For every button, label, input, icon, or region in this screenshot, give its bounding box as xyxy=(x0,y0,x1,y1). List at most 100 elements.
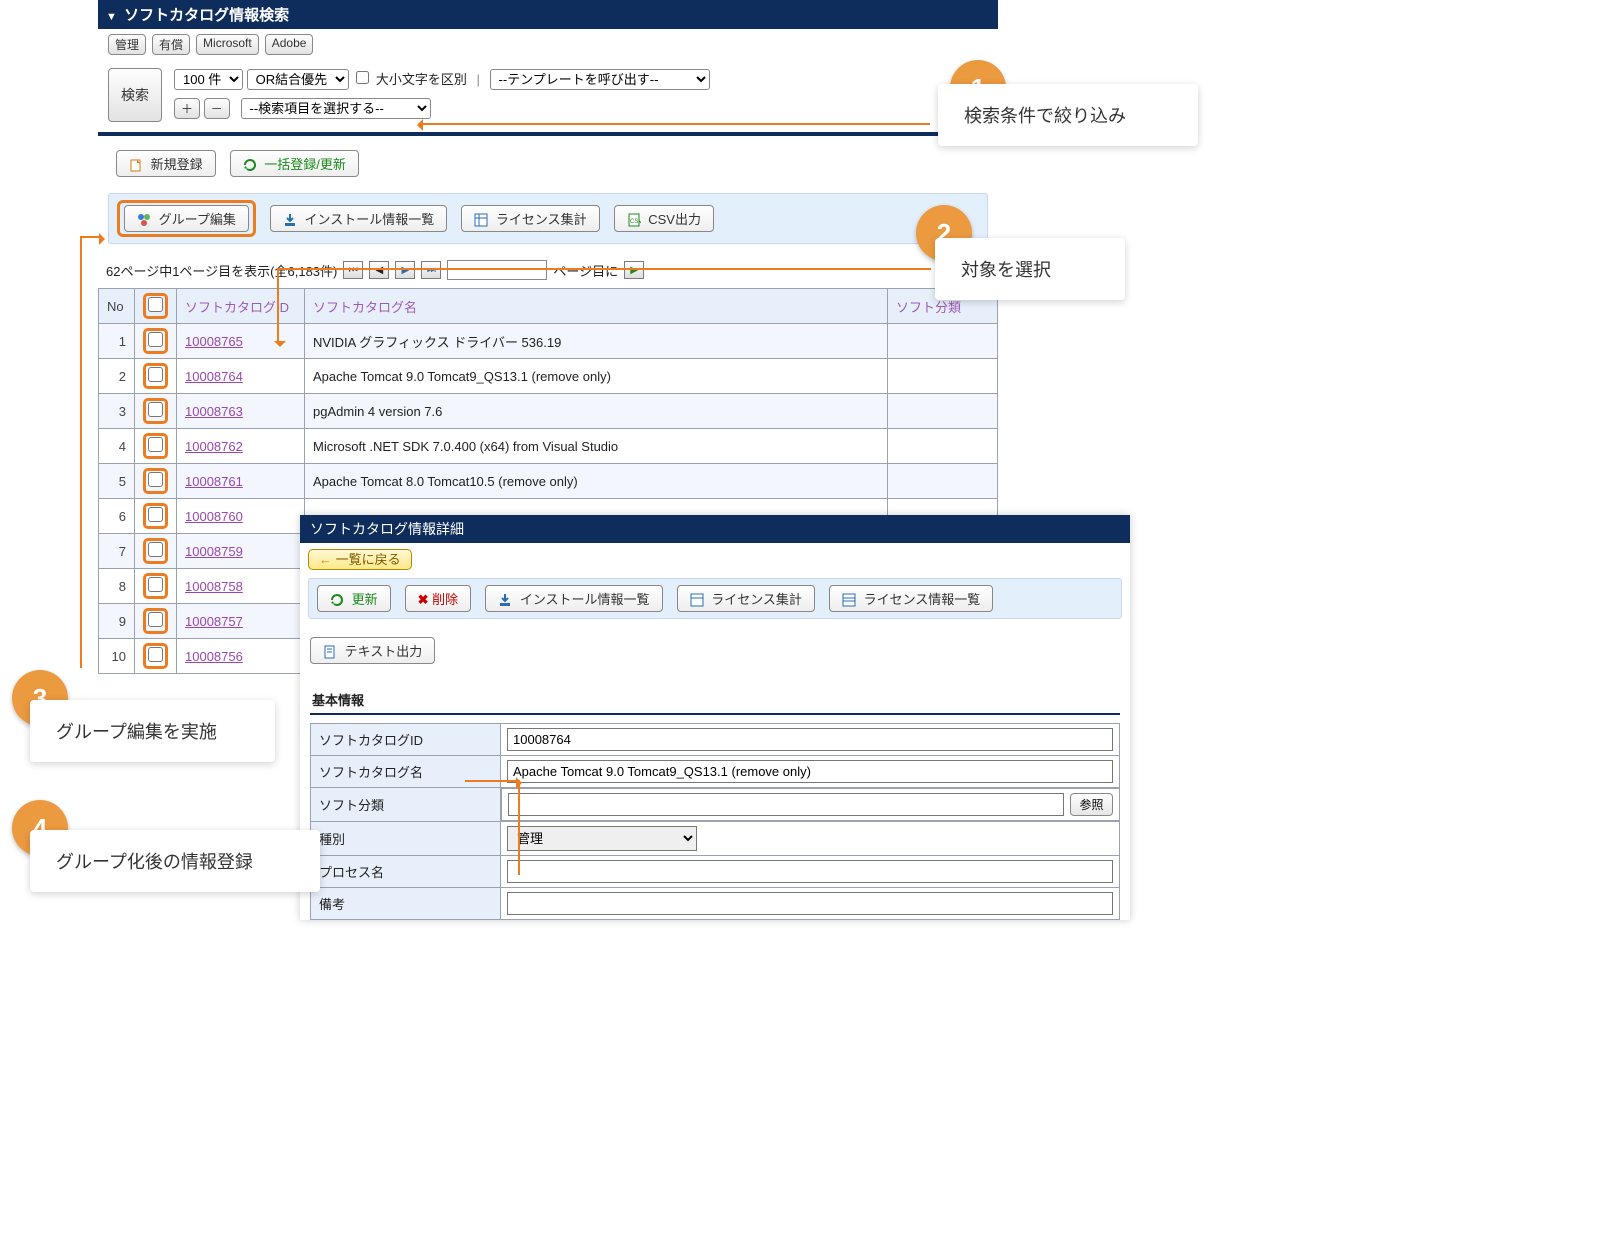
field-note-input[interactable] xyxy=(507,892,1113,915)
pager-goto-input[interactable] xyxy=(447,260,547,280)
bulk-register-button[interactable]: 一括登録/更新 xyxy=(230,150,359,177)
tag-paid[interactable]: 有償 xyxy=(152,34,190,55)
catalog-id-link[interactable]: 10008760 xyxy=(185,509,243,524)
row-checkbox[interactable] xyxy=(148,612,163,627)
cell-check xyxy=(135,639,177,674)
pager-summary: 62ページ中1ページ目を表示(全6,183件) xyxy=(106,261,337,280)
row-checkbox[interactable] xyxy=(148,647,163,662)
callout-1: 検索条件で絞り込み xyxy=(938,84,1198,146)
cell-no: 4 xyxy=(99,429,135,464)
logic-select[interactable]: OR結合優先 xyxy=(247,69,349,90)
install-list-button[interactable]: インストール情報一覧 xyxy=(270,205,447,232)
field-name-input[interactable] xyxy=(507,760,1113,783)
header-title: ソフトカタログ情報検索 xyxy=(124,7,289,24)
cell-no: 6 xyxy=(99,499,135,534)
row-checkbox[interactable] xyxy=(148,577,163,592)
field-name-label: ソフトカタログ名 xyxy=(311,756,501,788)
collapse-icon[interactable] xyxy=(106,7,120,24)
cell-check xyxy=(135,464,177,499)
add-row-button[interactable]: ＋ xyxy=(174,98,200,119)
page-header: ソフトカタログ情報検索 xyxy=(98,0,998,29)
template-select[interactable]: --テンプレートを呼び出す-- xyxy=(490,69,710,90)
col-name[interactable]: ソフトカタログ名 xyxy=(305,289,888,324)
field-proc-input[interactable] xyxy=(507,860,1113,883)
cell-cat xyxy=(888,394,998,429)
detail-install-list-button[interactable]: インストール情報一覧 xyxy=(485,585,662,612)
remove-row-button[interactable]: － xyxy=(204,98,230,119)
delete-button[interactable]: ✖ 削除 xyxy=(405,585,472,612)
tag-microsoft[interactable]: Microsoft xyxy=(196,34,259,55)
catalog-id-link[interactable]: 10008764 xyxy=(185,369,243,384)
per-page-select[interactable]: 100 件 xyxy=(174,69,243,90)
update-button[interactable]: 更新 xyxy=(317,585,391,612)
group-edit-highlight: グループ編集 xyxy=(117,200,256,237)
row-checkbox[interactable] xyxy=(148,507,163,522)
pager-go-icon[interactable]: ▶ xyxy=(624,261,644,279)
cell-cat xyxy=(888,429,998,464)
field-type-select[interactable]: 管理 xyxy=(507,826,697,851)
cell-no: 2 xyxy=(99,359,135,394)
new-button[interactable]: 新規登録 xyxy=(116,150,216,177)
field-cat-input[interactable] xyxy=(508,793,1064,816)
check-all[interactable] xyxy=(148,297,163,312)
cell-check xyxy=(135,569,177,604)
col-id[interactable]: ソフトカタログID xyxy=(177,289,305,324)
col-no[interactable]: No xyxy=(99,289,135,324)
pager-first-icon[interactable]: ⏮ xyxy=(343,261,363,279)
csv-output-button[interactable]: CSV CSV出力 xyxy=(614,205,714,232)
cell-no: 1 xyxy=(99,324,135,359)
field-note-label: 備考 xyxy=(311,888,501,920)
tag-kanri[interactable]: 管理 xyxy=(108,34,146,55)
divider: | xyxy=(477,72,480,87)
row-checkbox[interactable] xyxy=(148,367,163,382)
cell-id: 10008758 xyxy=(177,569,305,604)
cell-id: 10008763 xyxy=(177,394,305,429)
row-checkbox[interactable] xyxy=(148,472,163,487)
cell-name: pgAdmin 4 version 7.6 xyxy=(305,394,888,429)
case-sensitive-checkbox[interactable] xyxy=(356,71,369,84)
conn-2v xyxy=(277,268,279,344)
field-type-label: 種別 xyxy=(311,822,501,856)
back-button[interactable]: ← 一覧に戻る xyxy=(308,549,412,570)
row-checkbox[interactable] xyxy=(148,332,163,347)
cell-no: 8 xyxy=(99,569,135,604)
cell-name: Microsoft .NET SDK 7.0.400 (x64) from Vi… xyxy=(305,429,888,464)
catalog-id-link[interactable]: 10008756 xyxy=(185,649,243,664)
pager-last-icon[interactable]: ⏭ xyxy=(421,261,441,279)
cell-no: 9 xyxy=(99,604,135,639)
cell-id: 10008761 xyxy=(177,464,305,499)
text-output-button[interactable]: テキスト出力 xyxy=(310,637,435,664)
catalog-id-link[interactable]: 10008762 xyxy=(185,439,243,454)
cell-cat xyxy=(888,359,998,394)
cell-id: 10008757 xyxy=(177,604,305,639)
row-checkbox[interactable] xyxy=(148,437,163,452)
pager-next-icon[interactable]: ▶ xyxy=(395,261,415,279)
catalog-id-link[interactable]: 10008759 xyxy=(185,544,243,559)
row-checkbox[interactable] xyxy=(148,402,163,417)
catalog-id-link[interactable]: 10008765 xyxy=(185,334,243,349)
field-id-input[interactable] xyxy=(507,728,1113,751)
col-check xyxy=(135,289,177,324)
catalog-id-link[interactable]: 10008757 xyxy=(185,614,243,629)
detail-license-list-button[interactable]: ライセンス情報一覧 xyxy=(829,585,993,612)
cell-no: 3 xyxy=(99,394,135,429)
row-checkbox[interactable] xyxy=(148,542,163,557)
detail-license-agg-button[interactable]: ライセンス集計 xyxy=(677,585,815,612)
catalog-id-link[interactable]: 10008763 xyxy=(185,404,243,419)
callout-2: 対象を選択 xyxy=(935,238,1125,300)
field-select[interactable]: --検索項目を選択する-- xyxy=(241,98,431,119)
cell-id: 10008760 xyxy=(177,499,305,534)
field-id-label: ソフトカタログID xyxy=(311,724,501,756)
group-edit-button[interactable]: グループ編集 xyxy=(124,205,249,232)
pager-prev-icon[interactable]: ◀ xyxy=(369,261,389,279)
license-agg-button[interactable]: ライセンス集計 xyxy=(461,205,599,232)
callout-4: グループ化後の情報登録 xyxy=(30,830,320,892)
ref-button[interactable]: 参照 xyxy=(1070,793,1112,816)
cell-check xyxy=(135,324,177,359)
arrow-1 xyxy=(420,123,930,125)
tag-adobe[interactable]: Adobe xyxy=(265,34,314,55)
search-button[interactable]: 検索 xyxy=(108,68,162,122)
catalog-id-link[interactable]: 10008761 xyxy=(185,474,243,489)
catalog-id-link[interactable]: 10008758 xyxy=(185,579,243,594)
cell-check xyxy=(135,394,177,429)
